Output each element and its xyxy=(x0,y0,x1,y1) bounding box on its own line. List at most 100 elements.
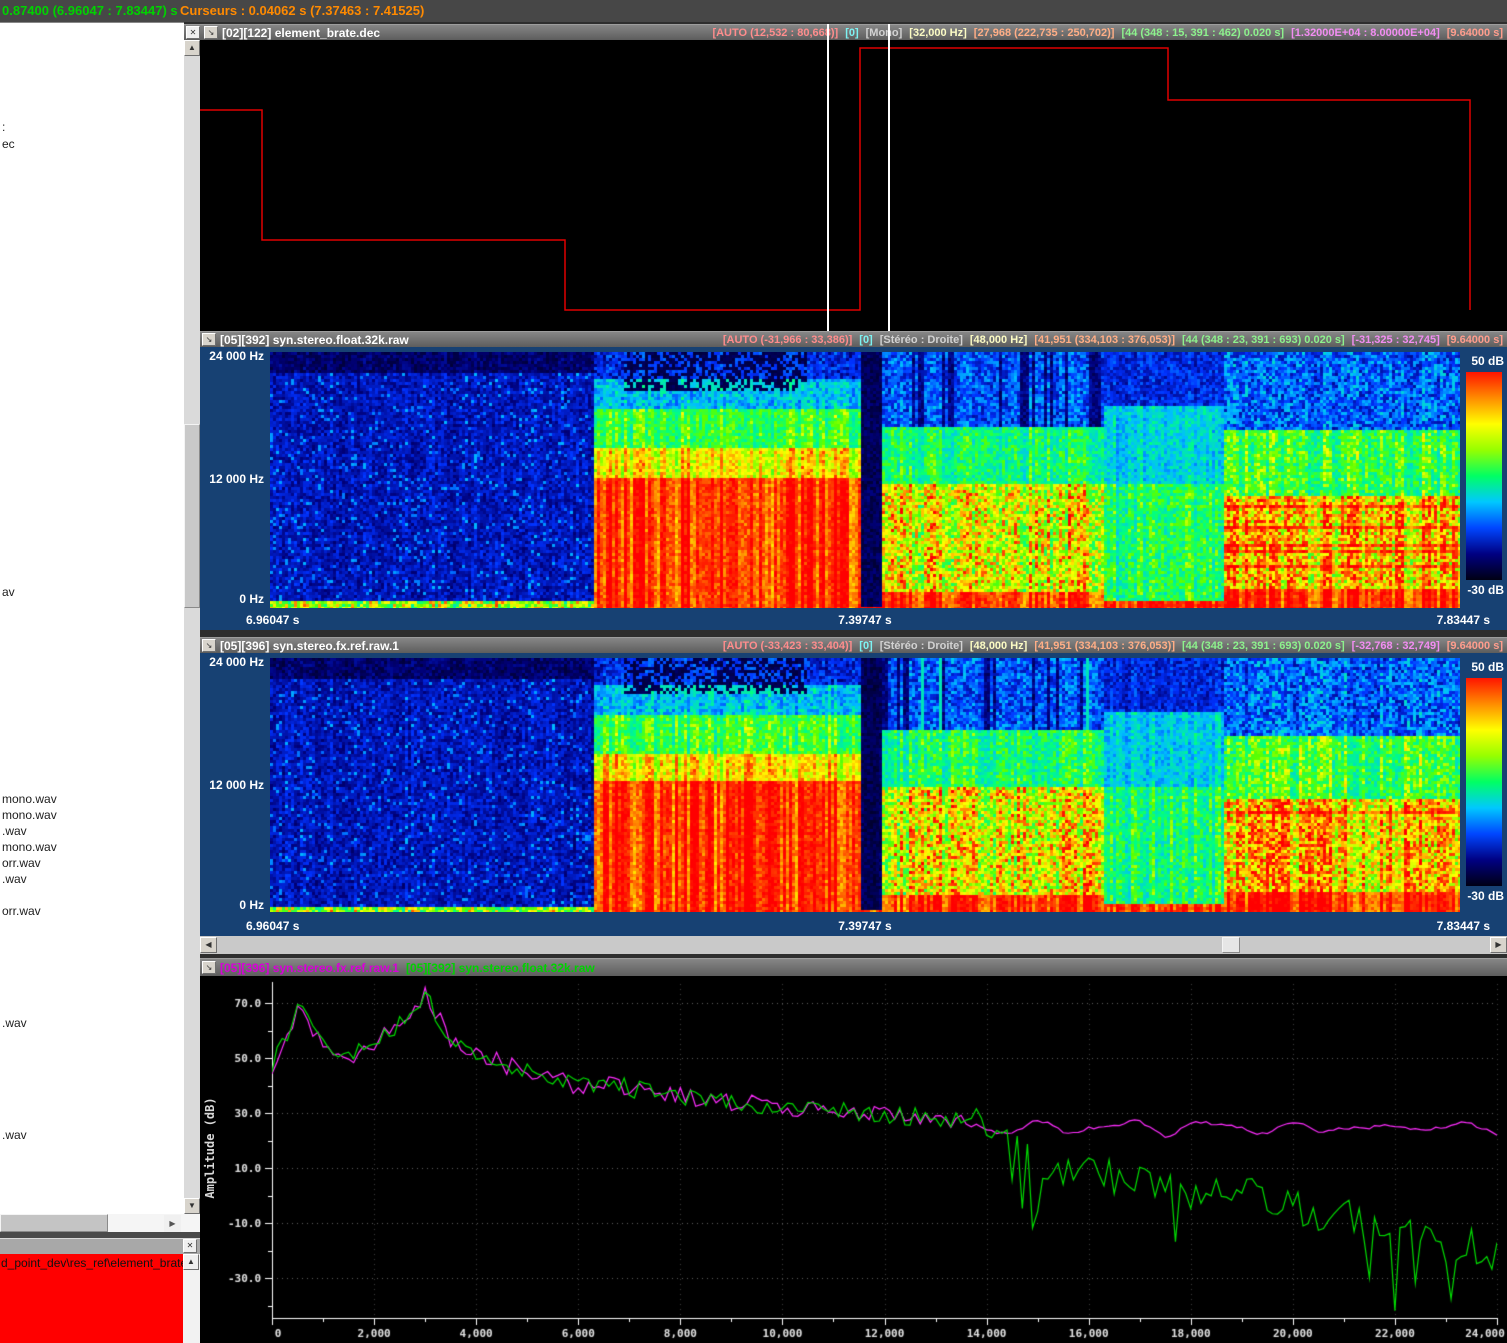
file-list-item[interactable]: .wav xyxy=(2,872,27,886)
time-axis-mid: 7.39747 s xyxy=(270,613,1460,627)
bitrate-plot[interactable] xyxy=(200,40,1507,331)
colorbar-min-label: -30 dB xyxy=(1456,583,1504,597)
freq-axis-label: 0 Hz xyxy=(200,592,264,606)
file-list-item[interactable]: av xyxy=(2,585,15,599)
cursor-line[interactable] xyxy=(888,24,890,331)
file-list[interactable]: : ec av mono.wav mono.wav .wav mono.wav … xyxy=(0,22,184,1215)
status-segment: [AUTO (-33,423 : 33,404)] xyxy=(723,640,852,652)
status-segment: [Mono] xyxy=(866,27,903,39)
spectrogram-panel: 24 000 Hz 12 000 Hz 0 Hz 50 dB -30 dB 6.… xyxy=(200,653,1507,936)
app-window: 0.87400 (6.96047 : 7.83447) s Curseurs :… xyxy=(0,0,1507,1343)
close-icon[interactable]: ✕ xyxy=(186,26,200,39)
file-list-vscrollbar[interactable] xyxy=(184,40,200,1214)
status-segment: [44 (348 : 23, 391 : 693) 0.020 s] xyxy=(1182,640,1345,652)
panel-resize-icon[interactable]: ↘ xyxy=(202,333,216,346)
file-list-item[interactable]: orr.wav xyxy=(2,904,41,918)
freq-axis-label: 24 000 Hz xyxy=(200,349,264,363)
cursors-readout: Curseurs : 0.04062 s (7.37463 : 7.41525) xyxy=(180,3,424,18)
status-segment: [27,968 (222,735 : 250,702)] xyxy=(974,27,1115,39)
status-segment: [AUTO (12,532 : 80,668)] xyxy=(712,27,838,39)
spectrogram-panel: 24 000 Hz 12 000 Hz 0 Hz 50 dB -30 dB 6.… xyxy=(200,347,1507,630)
file-list-item[interactable]: .wav xyxy=(2,824,27,838)
status-segment: [9.64000 s] xyxy=(1447,27,1503,39)
scroll-up-icon[interactable]: ▲ xyxy=(183,1254,199,1270)
spectrum-plot[interactable] xyxy=(200,976,1507,1343)
status-segment: [48,000 Hz] xyxy=(970,640,1027,652)
panel-resize-icon[interactable]: ↘ xyxy=(202,961,216,974)
file-list-item[interactable]: ec xyxy=(2,137,15,151)
status-segment: [-31,325 : 32,745] xyxy=(1352,334,1440,346)
status-segment: [48,000 Hz] xyxy=(970,334,1027,346)
panel1-title: [02][122] element_brate.dec xyxy=(222,26,380,40)
scroll-right-icon[interactable]: ▶ xyxy=(164,1215,181,1232)
spectrogram-canvas[interactable] xyxy=(270,658,1460,912)
panel2-title: [05][392] syn.stereo.float.32k.raw xyxy=(220,333,409,347)
status-segment: [Stéréo : Droite] xyxy=(880,640,963,652)
status-segment: [05][396] syn.stereo.fx.ref.raw.1 xyxy=(220,961,399,975)
file-list-item[interactable]: mono.wav xyxy=(2,808,57,822)
file-list-item[interactable]: .wav xyxy=(2,1016,27,1030)
panel3-status-segments: [AUTO (-33,423 : 33,404)] [0] [Stéréo : Dr… xyxy=(723,640,1503,652)
spectrum-legend: [05][396] syn.stereo.fx.ref.raw.1 [05][39… xyxy=(220,961,595,975)
selection-duration-readout: 0.87400 (6.96047 : 7.83447) s xyxy=(2,3,178,18)
panel2-titlebar[interactable]: ↘ [05][392] syn.stereo.float.32k.raw [AU… xyxy=(200,331,1507,347)
scroll-up-icon[interactable]: ▲ xyxy=(184,40,200,56)
log-window-content: d_point_dev\res_ref\element_brate.de xyxy=(0,1254,183,1343)
status-segment: [05][392] syn.stereo.float.32k.raw xyxy=(406,961,595,975)
status-segment: [9.64000 s] xyxy=(1447,640,1503,652)
panel3-titlebar[interactable]: ↘ [05][396] syn.stereo.fx.ref.raw.1 [AUT… xyxy=(200,637,1507,653)
colorbar xyxy=(1466,372,1502,580)
panel1-status-segments: [AUTO (12,532 : 80,668)] [0] [Mono] [32,000… xyxy=(712,27,1503,39)
log-window-titlebar[interactable] xyxy=(0,1238,200,1255)
close-icon[interactable]: ✕ xyxy=(183,1239,197,1253)
status-bar: 0.87400 (6.96047 : 7.83447) s Curseurs :… xyxy=(0,0,1507,24)
colorbar xyxy=(1466,678,1502,886)
panel3-title: [05][396] syn.stereo.fx.ref.raw.1 xyxy=(220,639,399,653)
status-segment: [0] xyxy=(845,27,858,39)
colorbar-max-label: 50 dB xyxy=(1456,660,1504,674)
status-segment: [Stéréo : Droite] xyxy=(880,334,963,346)
status-segment: [32,000 Hz] xyxy=(909,27,966,39)
status-segment: [41,951 (334,103 : 376,053)] xyxy=(1034,640,1175,652)
vscroll-thumb[interactable] xyxy=(184,424,200,608)
panel-gap xyxy=(200,630,1507,637)
spectrum-canvas[interactable] xyxy=(200,976,1507,1343)
spectrogram-canvas[interactable] xyxy=(270,352,1460,608)
file-list-item[interactable]: : xyxy=(2,120,5,134)
file-list-item[interactable]: mono.wav xyxy=(2,840,57,854)
freq-axis-label: 12 000 Hz xyxy=(200,472,264,486)
panel1-titlebar[interactable]: ✕ ↘ [02][122] element_brate.dec [AUTO (1… xyxy=(184,24,1507,40)
time-axis-end: 7.83447 s xyxy=(1437,613,1490,627)
cursor-line[interactable] xyxy=(827,24,829,331)
time-axis-end: 7.83447 s xyxy=(1437,919,1490,933)
status-segment: [44 (348 : 23, 391 : 693) 0.020 s] xyxy=(1182,334,1345,346)
hscroll-thumb[interactable] xyxy=(1222,937,1240,953)
scroll-down-icon[interactable]: ▼ xyxy=(184,1198,200,1214)
status-segment: [1.32000E+04 : 8.00000E+04] xyxy=(1291,27,1440,39)
freq-axis-label: 12 000 Hz xyxy=(200,778,264,792)
colorbar-min-label: -30 dB xyxy=(1456,889,1504,903)
main-hscrollbar[interactable] xyxy=(200,936,1507,954)
status-segment: [0] xyxy=(859,640,872,652)
file-list-item[interactable]: mono.wav xyxy=(2,792,57,806)
y-axis-title: Amplitude (dB) xyxy=(203,1083,219,1213)
status-segment: [41,951 (334,103 : 376,053)] xyxy=(1034,334,1175,346)
bitrate-step-line xyxy=(200,40,1507,331)
status-segment: [9.64000 s] xyxy=(1447,334,1503,346)
file-list-item[interactable]: orr.wav xyxy=(2,856,41,870)
log-file-path: d_point_dev\res_ref\element_brate.de xyxy=(1,1256,183,1270)
hscroll-thumb[interactable] xyxy=(0,1214,108,1232)
time-axis-mid: 7.39747 s xyxy=(270,919,1460,933)
freq-axis-label: 24 000 Hz xyxy=(200,655,264,669)
scroll-left-icon[interactable]: ◀ xyxy=(200,937,217,953)
status-segment: [0] xyxy=(859,334,872,346)
scroll-right-icon[interactable]: ▶ xyxy=(1490,937,1507,953)
panel-resize-icon[interactable]: ↘ xyxy=(204,26,218,39)
file-list-item[interactable]: .wav xyxy=(2,1128,27,1142)
panel2-status-segments: [AUTO (-31,966 : 33,386)][0][Stéréo : Dr… xyxy=(723,334,1503,346)
panel-resize-icon[interactable]: ↘ xyxy=(202,639,216,652)
status-segment: [44 (348 : 15, 391 : 462) 0.020 s] xyxy=(1121,27,1284,39)
freq-axis-label: 0 Hz xyxy=(200,898,264,912)
status-segment: [-32,768 : 32,749] xyxy=(1352,640,1440,652)
spectrum-titlebar[interactable]: ↘ [05][396] syn.stereo.fx.ref.raw.1[05][… xyxy=(200,958,1507,976)
